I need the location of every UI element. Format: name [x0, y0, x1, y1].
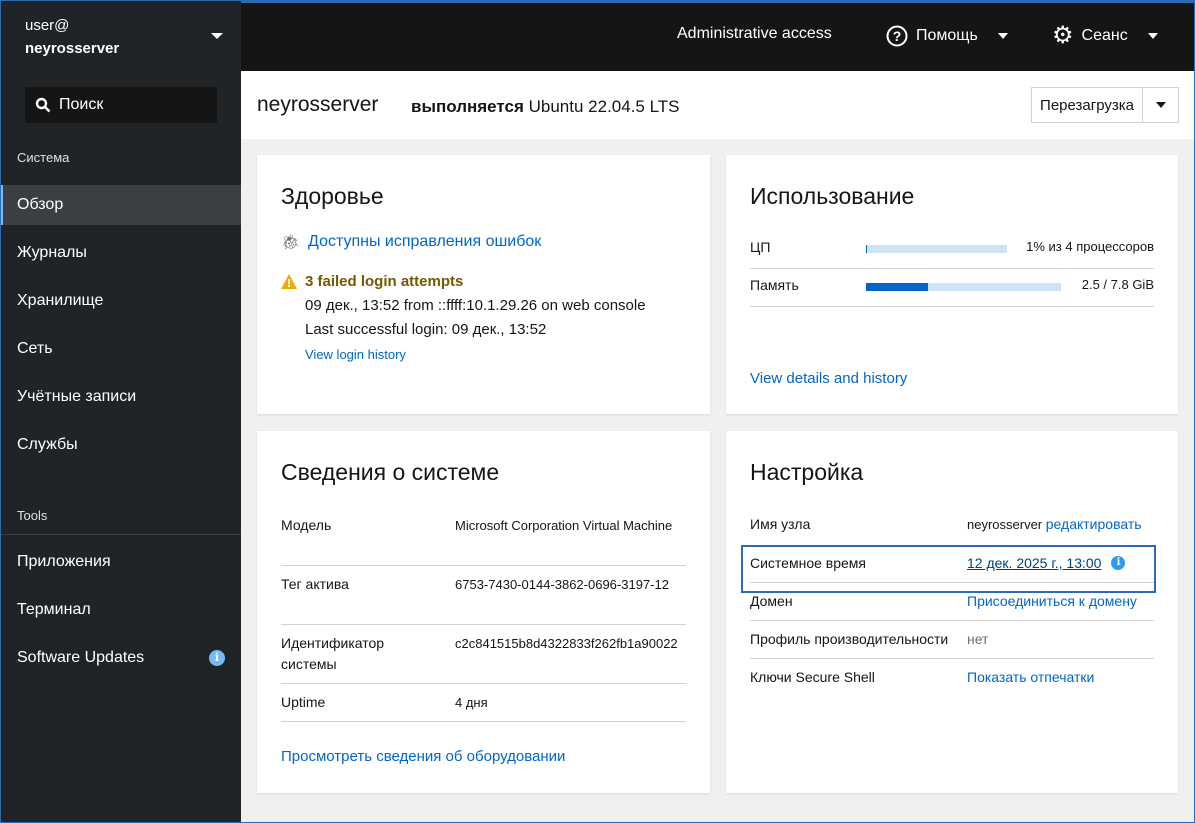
- configuration-card: Настройка Имя узла neyrosserver редактиро…: [726, 431, 1178, 793]
- join-domain-link[interactable]: Присоединиться к домену: [967, 593, 1137, 609]
- show-fingerprints-link[interactable]: Показать отпечатки: [967, 669, 1094, 685]
- failed-login-title: 3 failed login attempts: [305, 273, 464, 290]
- help-label: Помощь: [916, 27, 978, 44]
- last-login: Last successful login: 09 дек., 13:52: [305, 321, 547, 338]
- system-time-label: Системное время: [750, 555, 867, 571]
- admin-access-button[interactable]: Administrative access: [677, 25, 832, 43]
- svg-text:?: ?: [893, 28, 902, 44]
- chevron-down-icon: [1147, 33, 1158, 39]
- admin-label: Administrative access: [677, 25, 832, 42]
- sidebar-item-logs[interactable]: Журналы: [0, 233, 241, 273]
- page-header: neyrosserver выполняется Ubuntu 22.04.5 …: [241, 71, 1195, 139]
- session-menu[interactable]: ⚙ Сеанс: [1052, 22, 1158, 49]
- card-title: Здоровье: [281, 183, 384, 209]
- os-name: Ubuntu 22.04.5 LTS: [528, 97, 680, 116]
- search-input[interactable]: Поиск: [25, 87, 217, 123]
- domain-row: Домен Присоединиться к домену: [750, 593, 1154, 621]
- cpu-value: 1% из 4 процессоров: [1026, 239, 1154, 254]
- reboot-dropdown-toggle[interactable]: [1142, 88, 1178, 122]
- system-time-row: Системное время 12 дек. 2025 г., 13:00 i: [750, 555, 1154, 583]
- running-label: выполняется: [411, 97, 524, 116]
- reboot-split-button: Перезагрузка: [1031, 87, 1179, 123]
- info-row-uptime: Uptime 4 дня: [281, 692, 686, 722]
- sidebar: user@ neyrosserver Поиск Система Обзор Жу…: [0, 0, 241, 823]
- warning-icon: [281, 274, 297, 289]
- session-label: Сеанс: [1081, 27, 1128, 44]
- search-placeholder: Поиск: [59, 96, 104, 113]
- os-info: выполняется Ubuntu 22.04.5 LTS: [411, 97, 680, 117]
- info-label: Тег актива: [281, 576, 349, 592]
- info-icon: i: [209, 650, 225, 666]
- sidebar-item-services[interactable]: Службы: [0, 425, 241, 465]
- reboot-button[interactable]: Перезагрузка: [1032, 97, 1142, 114]
- sidebar-item-label: Software Updates: [17, 649, 145, 666]
- info-value: 6753-7430-0144-3862-0696-3197-12: [455, 577, 669, 592]
- ssh-keys-row: Ключи Secure Shell Показать отпечатки: [750, 669, 1154, 697]
- bug-icon: 🐞︎: [281, 234, 301, 251]
- details-history-link[interactable]: View details and history: [750, 370, 907, 387]
- hostname-value: neyrosserver: [967, 517, 1043, 532]
- memory-row: Память 2.5 / 7.8 GiB: [750, 277, 1154, 307]
- updates-link[interactable]: Доступны исправления ошибок: [308, 233, 541, 251]
- info-label: Модель: [281, 517, 332, 533]
- user-label: user@: [25, 17, 70, 34]
- failed-login-detail: 09 дек., 13:52 from ::ffff:10.1.29.26 on…: [305, 297, 646, 314]
- usage-card: Использование ЦП 1% из 4 процессоров Пам…: [726, 155, 1178, 414]
- chevron-down-icon[interactable]: [211, 33, 223, 39]
- info-label: Идентификатор системы: [281, 635, 385, 672]
- info-label: Uptime: [281, 694, 326, 710]
- profile-value[interactable]: нет: [967, 631, 988, 647]
- card-title: Сведения о системе: [281, 459, 500, 485]
- info-icon[interactable]: i: [1111, 556, 1126, 570]
- cpu-label: ЦП: [750, 239, 771, 255]
- host-switcher[interactable]: user@ neyrosserver: [25, 14, 119, 60]
- system-info-card: Сведения о системе Модель Microsoft Corpo…: [257, 431, 710, 793]
- info-row-machine-id: Идентификатор системы c2c841515b8d4322833…: [281, 633, 686, 684]
- ssh-label: Ключи Secure Shell: [750, 669, 875, 685]
- page-title: neyrosserver: [257, 93, 379, 116]
- chevron-down-icon: [997, 33, 1008, 39]
- memory-value: 2.5 / 7.8 GiB: [1081, 277, 1154, 292]
- domain-label: Домен: [750, 593, 793, 609]
- health-card: Здоровье 🐞︎ Доступны исправления ошибок …: [257, 155, 710, 414]
- info-value: Microsoft Corporation Virtual Machine: [455, 518, 673, 533]
- edit-hostname-link[interactable]: редактировать: [1046, 516, 1142, 532]
- hostname-label: Имя узла: [750, 516, 811, 532]
- gear-icon: ⚙: [1052, 22, 1074, 49]
- sidebar-item-network[interactable]: Сеть: [0, 329, 241, 369]
- hostname-row: Имя узла neyrosserver редактировать: [750, 516, 1154, 546]
- performance-profile-row: Профиль производительности нет: [750, 631, 1154, 659]
- hardware-details-link[interactable]: Просмотреть сведения об оборудовании: [281, 748, 565, 765]
- sidebar-item-terminal[interactable]: Терминал: [0, 590, 241, 630]
- help-icon: ?: [886, 25, 908, 47]
- chevron-down-icon: [1155, 102, 1166, 108]
- sidebar-item-accounts[interactable]: Учётные записи: [0, 377, 241, 417]
- profile-label: Профиль производительности: [750, 631, 949, 647]
- sidebar-item-overview[interactable]: Обзор: [0, 185, 241, 225]
- section-tools: Tools: [17, 508, 48, 523]
- sidebar-item-apps[interactable]: Приложения: [0, 542, 241, 582]
- card-title: Использование: [750, 183, 915, 209]
- memory-progress-fill: [866, 283, 929, 291]
- memory-progress-bar: [866, 283, 1061, 291]
- info-value: c2c841515b8d4322833f262fb1a90022: [455, 636, 678, 651]
- login-history-link[interactable]: View login history: [305, 347, 406, 362]
- top-bar: Administrative access ? Помощь ⚙ Сеанс: [241, 0, 1195, 71]
- system-time-link[interactable]: 12 дек. 2025 г., 13:00: [967, 555, 1101, 571]
- host-label: neyrosserver: [25, 40, 120, 57]
- divider: [0, 534, 241, 535]
- sidebar-item-software-updates[interactable]: Software Updates i: [0, 638, 241, 678]
- info-row-asset-tag: Тег актива 6753-7430-0144-3862-0696-3197-…: [281, 574, 686, 625]
- section-system: Система: [17, 150, 70, 165]
- sidebar-item-storage[interactable]: Хранилище: [0, 281, 241, 321]
- card-title: Настройка: [750, 459, 864, 485]
- info-row-model: Модель Microsoft Corporation Virtual Mach…: [281, 515, 686, 566]
- cpu-progress-bar: [866, 245, 1007, 253]
- cpu-progress-fill: [866, 245, 868, 253]
- info-value: 4 дня: [455, 695, 488, 710]
- help-menu[interactable]: ? Помощь: [886, 25, 1008, 47]
- memory-label: Память: [750, 277, 799, 293]
- search-icon: [35, 97, 51, 113]
- cpu-row: ЦП 1% из 4 процессоров: [750, 239, 1154, 269]
